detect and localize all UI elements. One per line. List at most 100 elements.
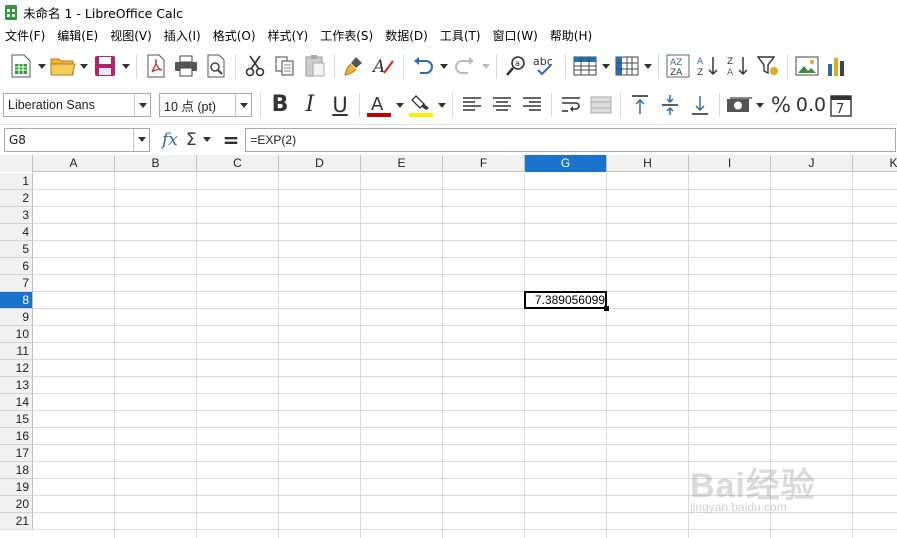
clear-formatting-button[interactable]: A — [369, 51, 399, 81]
insert-image-button[interactable] — [792, 51, 822, 81]
sort-ascending-button[interactable]: AZ — [693, 51, 723, 81]
name-box-dropdown[interactable] — [133, 128, 149, 151]
row-header-3[interactable]: 3 — [0, 207, 33, 224]
row-header-12[interactable]: 12 — [0, 360, 33, 377]
paste-button[interactable] — [300, 51, 330, 81]
column-header-d[interactable]: D — [279, 155, 361, 172]
chevron-down-icon[interactable] — [202, 137, 211, 142]
column-header-a[interactable]: A — [33, 155, 115, 172]
save-button[interactable] — [90, 51, 120, 81]
save-dropdown[interactable] — [120, 51, 132, 81]
font-name-dropdown[interactable] — [134, 94, 150, 116]
row-header-5[interactable]: 5 — [0, 241, 33, 258]
row-header-1[interactable]: 1 — [0, 173, 33, 190]
row-header-6[interactable]: 6 — [0, 258, 33, 275]
column-header-c[interactable]: C — [197, 155, 279, 172]
column-header-h[interactable]: H — [607, 155, 689, 172]
font-color-button[interactable]: A — [364, 90, 394, 120]
row-header-14[interactable]: 14 — [0, 394, 33, 411]
undo-button[interactable] — [408, 51, 438, 81]
row-header-17[interactable]: 17 — [0, 445, 33, 462]
redo-button[interactable] — [450, 51, 480, 81]
name-box[interactable]: G8 — [4, 127, 150, 152]
menu-styles[interactable]: 样式(Y) — [268, 27, 309, 44]
align-center-button[interactable] — [487, 90, 517, 120]
new-document-button[interactable] — [6, 51, 36, 81]
currency-format-button[interactable] — [724, 90, 754, 120]
row-header-19[interactable]: 19 — [0, 479, 33, 496]
print-preview-button[interactable] — [201, 51, 231, 81]
export-pdf-button[interactable] — [141, 51, 171, 81]
italic-button[interactable]: I — [295, 90, 325, 120]
highlight-color-button[interactable] — [406, 90, 436, 120]
align-bottom-button[interactable] — [685, 90, 715, 120]
row-header-21[interactable]: 21 — [0, 513, 33, 530]
row-header-4[interactable]: 4 — [0, 224, 33, 241]
autofilter-button[interactable] — [753, 51, 783, 81]
row-header-13[interactable]: 13 — [0, 377, 33, 394]
row-header-10[interactable]: 10 — [0, 326, 33, 343]
sort-button[interactable]: AZ ZA — [663, 51, 693, 81]
center-vertically-button[interactable] — [655, 90, 685, 120]
menu-window[interactable]: 窗口(W) — [493, 27, 538, 44]
menu-file[interactable]: 文件(F) — [5, 27, 45, 44]
open-dropdown[interactable] — [78, 51, 90, 81]
clone-formatting-button[interactable] — [339, 51, 369, 81]
underline-button[interactable]: U — [325, 90, 355, 120]
number-format-button[interactable]: 0.0 — [796, 90, 826, 120]
row-button[interactable] — [570, 51, 600, 81]
spreadsheet-grid[interactable]: ABCDEFGHIJK 1 2 3 4 5 6 7 8 9 10 11 12 13 14 15 16 17 18 1… — [0, 155, 897, 538]
row-header-8[interactable]: 8 — [0, 292, 33, 309]
align-top-button[interactable] — [625, 90, 655, 120]
column-dropdown[interactable] — [642, 51, 654, 81]
font-size-select[interactable]: 10 点 (pt) — [159, 93, 252, 117]
new-dropdown[interactable] — [36, 51, 48, 81]
menu-help[interactable]: 帮助(H) — [550, 27, 592, 44]
sort-descending-button[interactable]: ZA — [723, 51, 753, 81]
menu-insert[interactable]: 插入(I) — [164, 27, 201, 44]
row-header-18[interactable]: 18 — [0, 462, 33, 479]
select-all-corner[interactable] — [0, 155, 33, 172]
column-header-j[interactable]: J — [771, 155, 853, 172]
row-header-7[interactable]: 7 — [0, 275, 33, 292]
wrap-text-button[interactable] — [556, 90, 586, 120]
menu-sheet[interactable]: 工作表(S) — [320, 27, 373, 44]
align-left-button[interactable] — [457, 90, 487, 120]
row-header-9[interactable]: 9 — [0, 309, 33, 326]
row-dropdown[interactable] — [600, 51, 612, 81]
merge-center-button[interactable] — [586, 90, 616, 120]
date-format-button[interactable]: 7 — [826, 90, 856, 120]
row-header-11[interactable]: 11 — [0, 343, 33, 360]
autofill-handle[interactable] — [604, 306, 609, 311]
insert-chart-button[interactable] — [822, 51, 852, 81]
row-header-15[interactable]: 15 — [0, 411, 33, 428]
find-replace-button[interactable]: a — [501, 51, 531, 81]
column-header-b[interactable]: B — [115, 155, 197, 172]
menu-data[interactable]: 数据(D) — [385, 27, 428, 44]
bold-button[interactable]: B — [265, 90, 295, 120]
font-color-dropdown[interactable] — [394, 90, 406, 120]
align-right-button[interactable] — [517, 90, 547, 120]
menu-edit[interactable]: 编辑(E) — [57, 27, 98, 44]
highlight-color-dropdown[interactable] — [436, 90, 448, 120]
menu-view[interactable]: 视图(V) — [110, 27, 152, 44]
percent-format-button[interactable]: % — [766, 90, 796, 120]
column-header-f[interactable]: F — [443, 155, 525, 172]
redo-dropdown[interactable] — [480, 51, 492, 81]
font-name-select[interactable]: Liberation Sans — [3, 93, 151, 117]
function-wizard-icon[interactable]: fx — [162, 130, 178, 150]
formula-input[interactable]: =EXP(2) — [245, 127, 897, 152]
open-button[interactable] — [48, 51, 78, 81]
copy-button[interactable] — [270, 51, 300, 81]
row-header-20[interactable]: 20 — [0, 496, 33, 513]
row-header-16[interactable]: 16 — [0, 428, 33, 445]
currency-dropdown[interactable] — [754, 90, 766, 120]
sum-icon[interactable]: Σ — [186, 130, 197, 150]
cut-button[interactable] — [240, 51, 270, 81]
font-size-dropdown[interactable] — [235, 94, 251, 116]
formula-equals-icon[interactable]: = — [223, 128, 240, 152]
menu-format[interactable]: 格式(O) — [213, 27, 256, 44]
column-header-g[interactable]: G — [525, 155, 607, 172]
spelling-button[interactable]: abc — [531, 51, 561, 81]
menu-tools[interactable]: 工具(T) — [440, 27, 481, 44]
